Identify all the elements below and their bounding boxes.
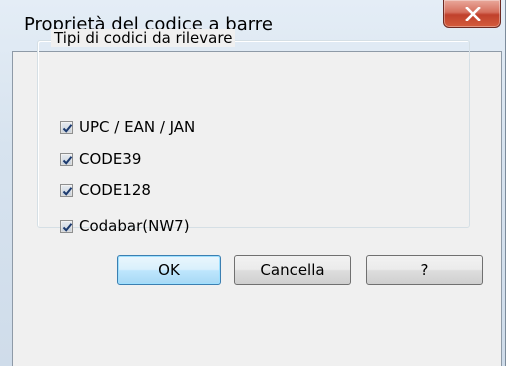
close-icon [465,7,481,21]
checkbox-code39[interactable]: CODE39 [60,149,141,169]
check-mark-icon [62,186,73,196]
close-button[interactable] [443,0,501,28]
ok-button[interactable]: OK [117,255,221,285]
check-mark-icon [62,155,73,165]
checkbox-upc-ean-jan[interactable]: UPC / EAN / JAN [60,117,195,137]
check-mark-icon [62,222,73,232]
dialog-window: Proprietà del codice a barre Tipi di cod… [0,0,506,366]
checkbox-label: Codabar(NW7) [79,217,190,235]
checkbox-box[interactable] [60,152,73,166]
checkbox-label: CODE39 [79,150,142,168]
check-mark-icon [62,123,73,133]
checkbox-code128[interactable]: CODE128 [60,180,151,200]
help-button[interactable]: ? [366,255,483,285]
checkbox-box[interactable] [60,219,73,233]
checkbox-label: CODE128 [79,181,151,199]
checkbox-box[interactable] [60,120,73,134]
group-legend: Tipi di codici da rilevare [51,29,236,47]
checkbox-label: UPC / EAN / JAN [79,118,196,136]
checkbox-codabar[interactable]: Codabar(NW7) [60,216,190,236]
cancel-button[interactable]: Cancella [234,255,351,285]
checkbox-box[interactable] [60,183,73,197]
